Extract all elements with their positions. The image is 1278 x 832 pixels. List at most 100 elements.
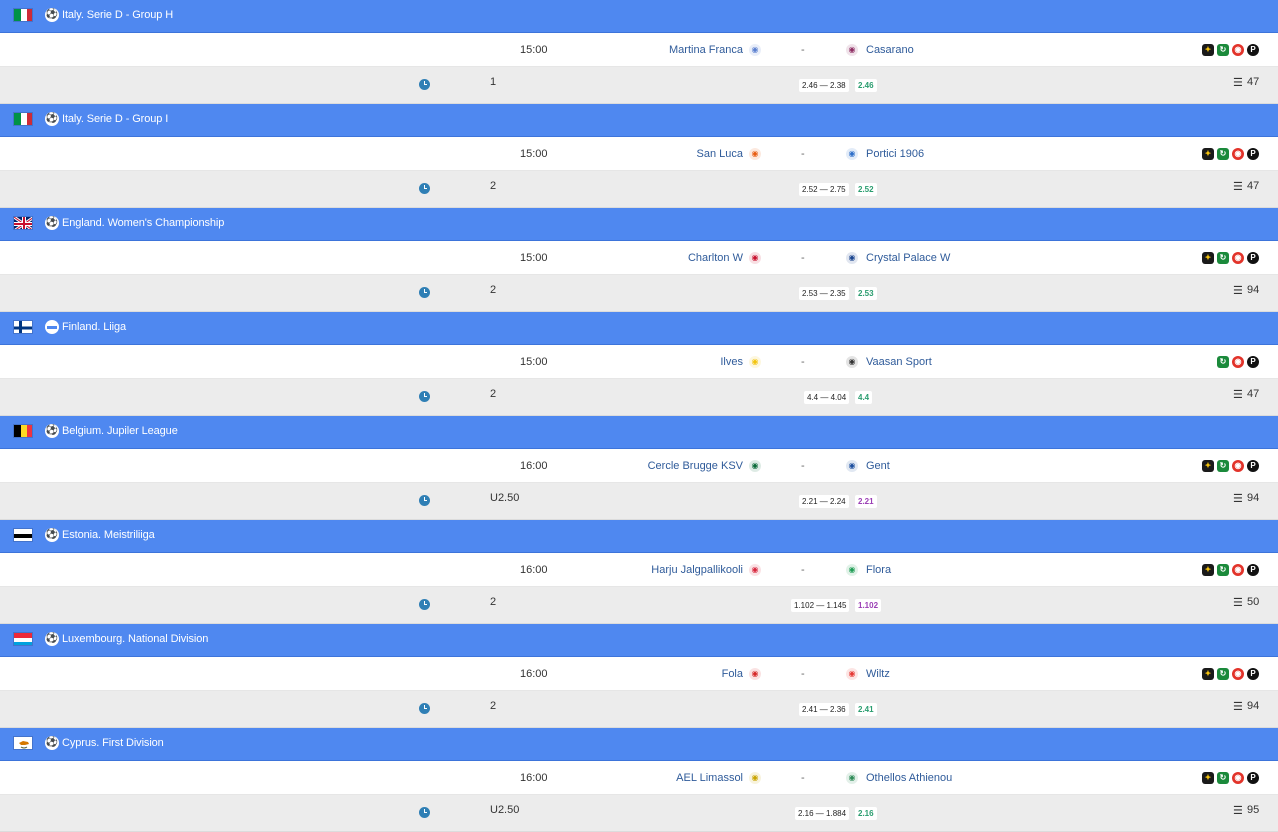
home-team-badge-icon: ◉: [749, 772, 761, 784]
bookmaker-refresh-icon[interactable]: ↻: [1217, 148, 1229, 160]
bookmaker-refresh-icon[interactable]: ↻: [1217, 772, 1229, 784]
bookmaker-p-icon[interactable]: P: [1247, 148, 1259, 160]
bookmaker-bet365-icon[interactable]: ✦: [1202, 44, 1214, 56]
league-name[interactable]: England. Women's Championship: [62, 217, 224, 229]
league-header[interactable]: ⚽ Italy. Serie D - Group H: [0, 0, 1278, 33]
bookmaker-p-icon[interactable]: P: [1247, 564, 1259, 576]
bookmaker-bet365-icon[interactable]: ✦: [1202, 148, 1214, 160]
bookmaker-target-icon[interactable]: ◉: [1232, 564, 1244, 576]
bookmaker-bet365-icon[interactable]: ✦: [1202, 460, 1214, 472]
bookmaker-bet365-icon[interactable]: ✦: [1202, 772, 1214, 784]
bookmaker-refresh-icon[interactable]: ↻: [1217, 564, 1229, 576]
away-team-badge-icon: ◉: [846, 564, 858, 576]
league-header[interactable]: ⚽ England. Women's Championship: [0, 208, 1278, 241]
odds-value: 2.53: [855, 287, 877, 300]
league-header[interactable]: ▬ Finland. Liiga: [0, 312, 1278, 345]
prediction-row[interactable]: U2.50 2.16 — 1.884 2.16 ☰ 95: [0, 795, 1278, 832]
soccer-ball-icon: ⚽: [45, 8, 59, 22]
prediction-row[interactable]: 2 4.4 — 4.04 4.4 ☰ 47: [0, 379, 1278, 416]
league-header[interactable]: ⚽ Estonia. Meistriliiga: [0, 520, 1278, 553]
bookmaker-target-icon[interactable]: ◉: [1232, 772, 1244, 784]
bookmaker-target-icon[interactable]: ◉: [1232, 148, 1244, 160]
bookmaker-p-icon[interactable]: P: [1247, 44, 1259, 56]
match-row[interactable]: 15:00 Charlton W ◉ - ◉ Crystal Palace W ✦ ↻ ◉ P: [0, 241, 1278, 275]
bookmaker-p-icon[interactable]: P: [1247, 668, 1259, 680]
bookmaker-bet365-icon[interactable]: ✦: [1202, 668, 1214, 680]
league-header[interactable]: ⚽ Belgium. Jupiler League: [0, 416, 1278, 449]
bookmaker-p-icon[interactable]: P: [1247, 460, 1259, 472]
bookmaker-target-icon[interactable]: ◉: [1232, 44, 1244, 56]
bookmaker-bet365-icon[interactable]: ✦: [1202, 252, 1214, 264]
prediction-count: 47: [1247, 388, 1260, 400]
league-name[interactable]: Italy. Serie D - Group H: [62, 9, 173, 21]
home-team-link[interactable]: Cercle Brugge KSV: [648, 460, 743, 472]
league-header[interactable]: ⚽ Italy. Serie D - Group I: [0, 104, 1278, 137]
home-team-link[interactable]: Fola: [722, 668, 743, 680]
bookmaker-target-icon[interactable]: ◉: [1232, 460, 1244, 472]
home-team-link[interactable]: Martina Franca: [669, 44, 743, 56]
home-team-link[interactable]: Harju Jalgpallikooli: [651, 564, 743, 576]
away-team-link[interactable]: Flora: [866, 564, 891, 576]
bookmaker-p-icon[interactable]: P: [1247, 356, 1259, 368]
away-team-link[interactable]: Othellos Athienou: [866, 772, 952, 784]
prediction-tip: U2.50: [490, 492, 520, 504]
prediction-count: 47: [1247, 76, 1260, 88]
home-team-link[interactable]: Ilves: [720, 356, 743, 368]
league-name[interactable]: Finland. Liiga: [62, 321, 126, 333]
bookmaker-refresh-icon[interactable]: ↻: [1217, 460, 1229, 472]
away-team-link[interactable]: Portici 1906: [866, 148, 924, 160]
away-team-link[interactable]: Wiltz: [866, 668, 890, 680]
clock-icon: [419, 807, 430, 818]
coins-icon: ☰: [1233, 389, 1243, 401]
match-row[interactable]: 16:00 Fola ◉ - ◉ Wiltz ✦ ↻ ◉ P: [0, 657, 1278, 691]
away-team-link[interactable]: Gent: [866, 460, 890, 472]
prediction-row[interactable]: 2 2.52 — 2.75 2.52 ☰ 47: [0, 171, 1278, 208]
match-row[interactable]: 15:00 Martina Franca ◉ - ◉ Casarano ✦ ↻ ◉ P: [0, 33, 1278, 67]
league-name[interactable]: Luxembourg. National Division: [62, 633, 208, 645]
home-team-link[interactable]: Charlton W: [688, 252, 743, 264]
odds-value: 2.16: [855, 807, 877, 820]
bookmaker-p-icon[interactable]: P: [1247, 772, 1259, 784]
bookmaker-bet365-icon[interactable]: ✦: [1202, 564, 1214, 576]
league-header[interactable]: ⚽ Luxembourg. National Division: [0, 624, 1278, 657]
odds-movement: 2.53 — 2.35: [799, 287, 849, 300]
prediction-row[interactable]: 2 2.53 — 2.35 2.53 ☰ 94: [0, 275, 1278, 312]
prediction-row[interactable]: 2 1.102 — 1.145 1.102 ☰ 50: [0, 587, 1278, 624]
bookmaker-target-icon[interactable]: ◉: [1232, 668, 1244, 680]
coins-icon: ☰: [1233, 285, 1243, 297]
away-team-link[interactable]: Crystal Palace W: [866, 252, 950, 264]
match-row[interactable]: 16:00 AEL Limassol ◉ - ◉ Othellos Athienou ✦ ↻ ◉…: [0, 761, 1278, 795]
uk-flag-icon: [13, 216, 33, 230]
match-row[interactable]: 15:00 San Luca ◉ - ◉ Portici 1906 ✦ ↻ ◉ P: [0, 137, 1278, 171]
home-team-link[interactable]: San Luca: [697, 148, 743, 160]
league-name[interactable]: Belgium. Jupiler League: [62, 425, 178, 437]
bookmaker-p-icon[interactable]: P: [1247, 252, 1259, 264]
prediction-row[interactable]: U2.50 2.21 — 2.24 2.21 ☰ 94: [0, 483, 1278, 520]
match-time: 16:00: [520, 772, 548, 784]
bookmaker-target-icon[interactable]: ◉: [1232, 356, 1244, 368]
bookmaker-refresh-icon[interactable]: ↻: [1217, 668, 1229, 680]
predictions-list: ⚽ Italy. Serie D - Group H 15:00 Martina Fr…: [0, 0, 1278, 832]
prediction-row[interactable]: 1 2.46 — 2.38 2.46 ☰ 47: [0, 67, 1278, 104]
away-team-badge-icon: ◉: [846, 44, 858, 56]
bookmaker-refresh-icon[interactable]: ↻: [1217, 44, 1229, 56]
soccer-ball-icon: ⚽: [45, 424, 59, 438]
away-team-link[interactable]: Casarano: [866, 44, 914, 56]
match-row[interactable]: 15:00 Ilves ◉ - ◉ Vaasan Sport ↻ ◉ P: [0, 345, 1278, 379]
match-time: 16:00: [520, 668, 548, 680]
league-name[interactable]: Italy. Serie D - Group I: [62, 113, 168, 125]
league-header[interactable]: ⚽ Cyprus. First Division: [0, 728, 1278, 761]
finland-flag-icon: [13, 320, 33, 334]
match-row[interactable]: 16:00 Cercle Brugge KSV ◉ - ◉ Gent ✦ ↻ ◉ P: [0, 449, 1278, 483]
bookmaker-target-icon[interactable]: ◉: [1232, 252, 1244, 264]
home-team-link[interactable]: AEL Limassol: [676, 772, 743, 784]
league-name[interactable]: Cyprus. First Division: [62, 737, 164, 749]
bookmaker-refresh-icon[interactable]: ↻: [1217, 252, 1229, 264]
prediction-row[interactable]: 2 2.41 — 2.36 2.41 ☰ 94: [0, 691, 1278, 728]
match-row[interactable]: 16:00 Harju Jalgpallikooli ◉ - ◉ Flora ✦ ↻ ◉ P: [0, 553, 1278, 587]
league-name[interactable]: Estonia. Meistriliiga: [62, 529, 155, 541]
bookmaker-refresh-icon[interactable]: ↻: [1217, 356, 1229, 368]
hockey-puck-icon: ▬: [45, 320, 59, 334]
prediction-tip: 2: [490, 388, 497, 400]
away-team-link[interactable]: Vaasan Sport: [866, 356, 932, 368]
